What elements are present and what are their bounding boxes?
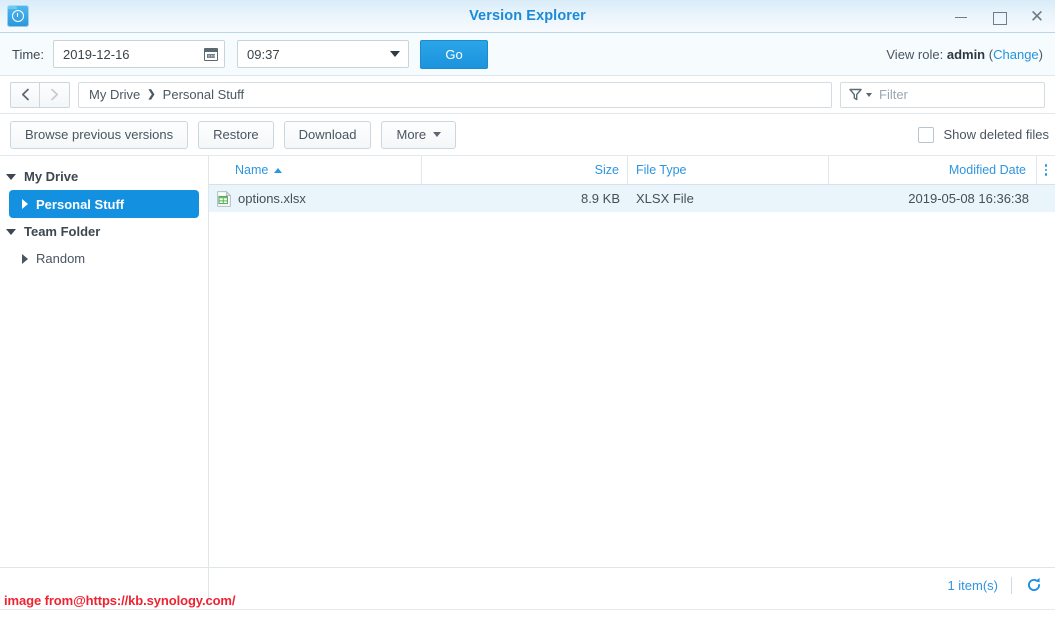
calendar-icon[interactable] xyxy=(204,47,219,61)
funnel-icon xyxy=(849,88,862,101)
kebab-menu-icon[interactable] xyxy=(1037,156,1055,184)
title-bar: Version Explorer ✕ xyxy=(0,0,1055,33)
forward-button[interactable] xyxy=(40,81,70,108)
date-value: 2019-12-16 xyxy=(63,46,130,62)
view-role: View role: admin (Change) xyxy=(886,47,1043,62)
watermark: image from@https://kb.synology.com/ xyxy=(4,593,236,608)
download-button[interactable]: Download xyxy=(283,120,372,149)
chevron-down-icon[interactable] xyxy=(6,228,16,235)
show-deleted-files-checkbox[interactable] xyxy=(918,126,935,143)
column-header-size[interactable]: Size xyxy=(422,156,628,184)
refresh-icon[interactable] xyxy=(1025,576,1043,594)
view-role-value: admin xyxy=(946,46,986,62)
cell-name: options.xlsx xyxy=(209,185,422,212)
sort-ascending-icon xyxy=(274,167,283,173)
chevron-right-icon[interactable] xyxy=(22,199,28,209)
browse-previous-versions-label: Browse previous versions xyxy=(25,127,174,142)
folder-clock-icon xyxy=(7,5,29,27)
navigation-bar: My Drive ❯ Personal Stuff Filter xyxy=(0,76,1055,114)
column-header-name[interactable]: Name xyxy=(209,156,422,184)
table-body: options.xlsx 8.9 KB XLSX File 2019-05-08… xyxy=(209,185,1055,567)
chevron-down-icon xyxy=(866,92,872,97)
cell-modified-date: 2019-05-08 16:36:38 xyxy=(908,191,1029,206)
go-button[interactable]: Go xyxy=(420,39,489,69)
show-deleted-files-control[interactable]: Show deleted files xyxy=(918,126,1049,143)
maximize-icon[interactable] xyxy=(991,9,1007,25)
window-controls: ✕ xyxy=(953,0,1045,33)
table-row[interactable]: options.xlsx 8.9 KB XLSX File 2019-05-08… xyxy=(209,185,1055,212)
restore-label: Restore xyxy=(213,127,259,142)
time-label: Time: xyxy=(12,46,45,62)
column-header-label: File Type xyxy=(636,163,687,177)
close-icon[interactable]: ✕ xyxy=(1029,8,1045,25)
main-body: My Drive Personal Stuff Team Folder Rand… xyxy=(0,156,1055,567)
time-value: 09:37 xyxy=(247,46,280,62)
sidebar-item-label: Personal Stuff xyxy=(36,196,125,212)
column-header-file-type[interactable]: File Type xyxy=(628,156,829,184)
sidebar-item-label: Random xyxy=(36,251,86,266)
action-toolbar: Browse previous versions Restore Downloa… xyxy=(0,114,1055,156)
item-count: 1 item(s) xyxy=(947,577,998,593)
breadcrumb[interactable]: My Drive ❯ Personal Stuff xyxy=(78,81,832,108)
folder-tree-sidebar: My Drive Personal Stuff Team Folder Rand… xyxy=(0,156,209,567)
column-header-modified-date[interactable]: Modified Date xyxy=(829,156,1037,184)
breadcrumb-item-0[interactable]: My Drive xyxy=(89,87,140,102)
sidebar-item-personal-stuff[interactable]: Personal Stuff xyxy=(9,190,199,218)
filter-placeholder: Filter xyxy=(879,87,908,102)
page-title: Version Explorer xyxy=(469,8,586,24)
time-bar: Time: 2019-12-16 09:37 Go View role: adm… xyxy=(0,33,1055,76)
view-role-paren-close: ) xyxy=(1038,46,1043,62)
view-role-label: View role: xyxy=(886,46,944,62)
browse-previous-versions-button[interactable]: Browse previous versions xyxy=(10,120,189,149)
sidebar-item-team-folder[interactable]: Team Folder xyxy=(0,218,208,245)
download-label: Download xyxy=(298,127,357,142)
column-header-label: Modified Date xyxy=(948,163,1026,177)
sidebar-item-label: Team Folder xyxy=(24,224,101,239)
back-button[interactable] xyxy=(10,81,40,108)
file-name: options.xlsx xyxy=(238,191,306,206)
column-header-label: Size xyxy=(594,163,619,177)
chevron-down-icon xyxy=(433,132,442,137)
chevron-down-icon xyxy=(390,51,401,57)
version-explorer-window: Version Explorer ✕ Time: 2019-12-16 09:3… xyxy=(0,0,1055,624)
time-select[interactable]: 09:37 xyxy=(237,40,410,68)
more-label: More xyxy=(396,127,427,142)
chevron-right-icon[interactable] xyxy=(22,253,28,264)
more-button[interactable]: More xyxy=(381,120,457,149)
breadcrumb-item-1[interactable]: Personal Stuff xyxy=(163,87,244,102)
status-divider xyxy=(1011,576,1012,594)
chevron-down-icon[interactable] xyxy=(6,173,16,180)
restore-button[interactable]: Restore xyxy=(198,120,274,149)
table-header: Name Size File Type Modified Date xyxy=(209,156,1055,185)
column-header-label: Name xyxy=(235,163,269,177)
breadcrumb-separator: ❯ xyxy=(147,89,156,100)
chevron-right-icon xyxy=(51,88,59,101)
sidebar-item-random[interactable]: Random xyxy=(0,245,208,272)
show-deleted-files-label: Show deleted files xyxy=(943,127,1049,142)
window-bottom-edge xyxy=(0,609,1055,624)
nav-buttons xyxy=(10,81,70,108)
change-role-link[interactable]: Change xyxy=(993,47,1039,62)
minimize-icon[interactable] xyxy=(953,9,969,25)
xlsx-file-icon xyxy=(217,190,232,207)
sidebar-item-label: My Drive xyxy=(24,169,79,184)
cell-size: 8.9 KB xyxy=(580,191,620,206)
filter-input[interactable]: Filter xyxy=(840,81,1045,108)
cell-file-type: XLSX File xyxy=(636,191,694,206)
file-list-panel: Name Size File Type Modified Date option… xyxy=(209,156,1055,567)
sidebar-item-my-drive[interactable]: My Drive xyxy=(0,163,208,190)
date-input[interactable]: 2019-12-16 xyxy=(53,40,226,68)
chevron-left-icon xyxy=(21,88,29,101)
